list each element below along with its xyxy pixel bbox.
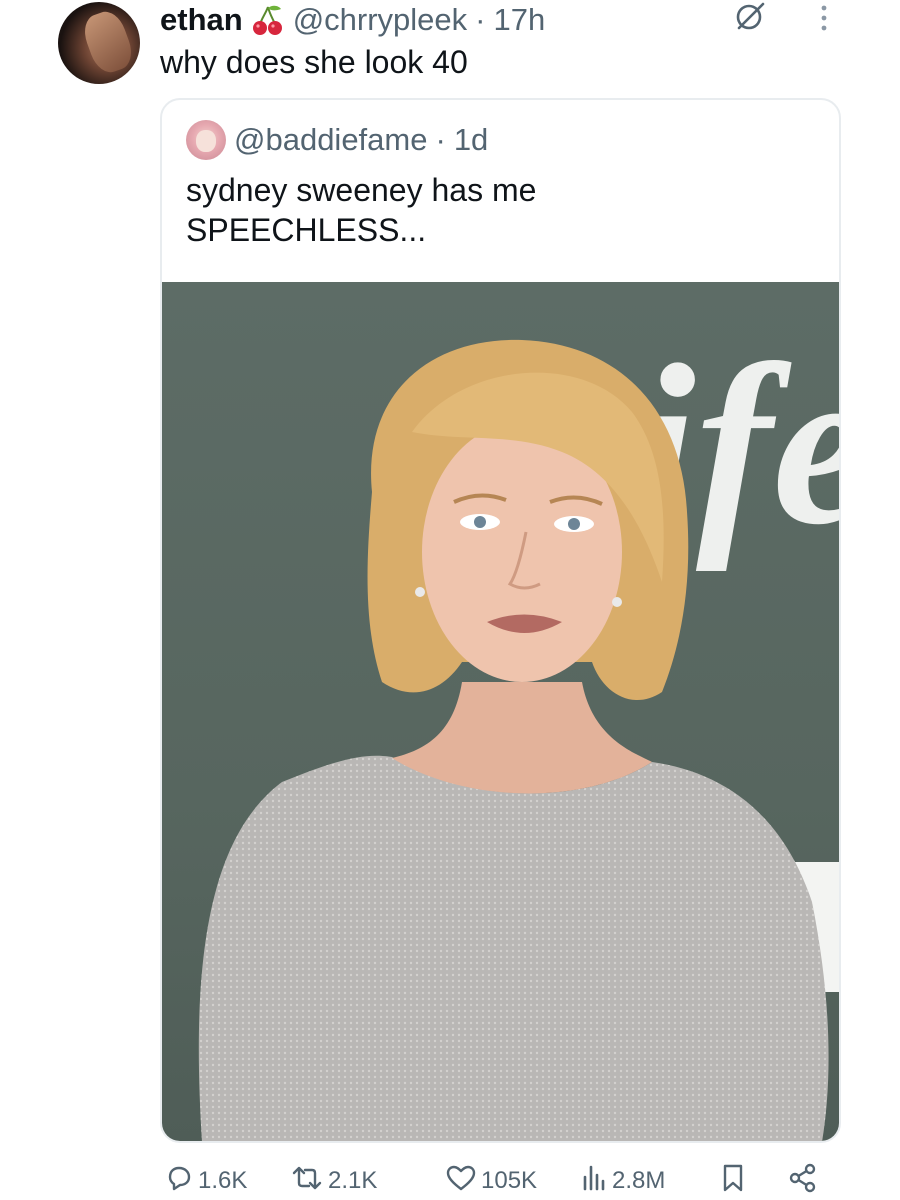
- views-count: 2.8M: [612, 1167, 666, 1194]
- like-count: 105K: [481, 1167, 538, 1194]
- repost-count: 2.1K: [328, 1167, 378, 1194]
- heart-icon: [445, 1163, 481, 1200]
- quoted-tweet-header: @baddiefame · 1d: [186, 120, 488, 160]
- tweet-action-bar: 1.6K 2.1K 105K 2.8M: [160, 1162, 840, 1200]
- retweet-icon: [290, 1163, 328, 1200]
- repost-button[interactable]: 2.1K: [290, 1162, 377, 1200]
- left-iris: [474, 516, 486, 528]
- quoted-separator-dot: ·: [435, 122, 446, 157]
- neck-shape: [392, 682, 652, 794]
- quoted-tweet-photo[interactable]: ife: [162, 282, 839, 1141]
- dress-mesh: [198, 755, 829, 1141]
- tweet-header: ethan @chrrypleek · 17h: [160, 0, 545, 40]
- quoted-tweet-body: sydney sweeney has me SPEECHLESS...: [186, 170, 536, 250]
- author-handle[interactable]: @chrrypleek: [293, 0, 467, 40]
- quoted-author-avatar[interactable]: [186, 120, 226, 160]
- reply-count: 1.6K: [198, 1167, 248, 1194]
- bookmark-icon: [720, 1162, 750, 1200]
- quoted-tweet-line-1: sydney sweeney has me: [186, 172, 537, 208]
- grok-icon[interactable]: [734, 0, 766, 32]
- tweet-view: ethan @chrrypleek · 17h why does she loo…: [0, 0, 900, 1200]
- more-vertical-icon[interactable]: [817, 4, 831, 34]
- separator-dot: ·: [475, 2, 486, 37]
- author-display-name[interactable]: ethan: [160, 0, 243, 40]
- right-iris: [568, 518, 580, 530]
- quoted-tweet-line-2: SPEECHLESS...: [186, 212, 427, 248]
- cherry-icon: [251, 3, 285, 37]
- reply-button[interactable]: 1.6K: [164, 1162, 247, 1200]
- like-button[interactable]: 105K: [445, 1162, 537, 1200]
- tweet-timestamp[interactable]: 17h: [493, 0, 545, 40]
- photo-illustration: ife: [198, 317, 839, 1141]
- tweet-body: why does she look 40: [160, 44, 468, 80]
- author-avatar[interactable]: [58, 2, 140, 84]
- left-earring: [415, 587, 425, 597]
- quoted-author-handle[interactable]: @baddiefame: [234, 122, 427, 158]
- share-button[interactable]: [788, 1162, 822, 1200]
- right-earring: [612, 597, 622, 607]
- views-button[interactable]: 2.8M: [580, 1162, 665, 1200]
- views-chart-icon: [580, 1163, 612, 1200]
- quoted-tweet-timestamp[interactable]: 1d: [454, 122, 488, 158]
- reply-icon: [164, 1163, 198, 1200]
- quoted-tweet-card[interactable]: @baddiefame · 1d sydney sweeney has me S…: [160, 98, 841, 1143]
- share-icon: [788, 1162, 822, 1200]
- bookmark-button[interactable]: [720, 1162, 750, 1200]
